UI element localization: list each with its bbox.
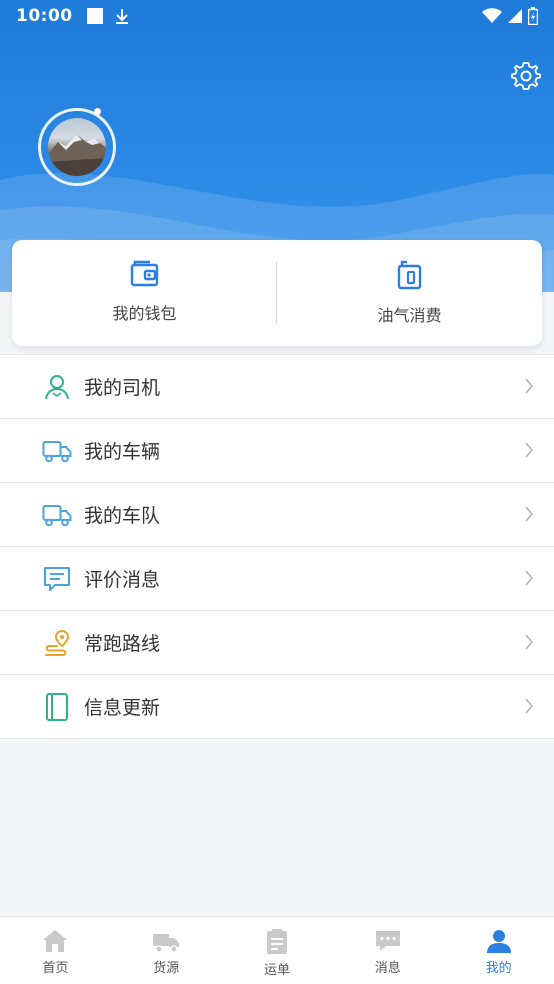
avatar-ring[interactable] <box>38 108 116 186</box>
truck-icon <box>42 440 72 462</box>
quick-actions-divider <box>276 262 277 324</box>
menu-item-my-drivers[interactable]: 我的司机 <box>0 355 554 419</box>
chevron-right-icon <box>525 570 534 586</box>
download-icon <box>115 9 128 24</box>
menu-label: 评价消息 <box>84 569 161 591</box>
menu-item-reviews[interactable]: 评价消息 <box>0 547 554 611</box>
driver-icon <box>45 374 69 399</box>
fuel-card-icon <box>397 260 421 290</box>
menu-item-my-fleet[interactable]: 我的车队 <box>0 483 554 547</box>
menu-item-frequent-routes[interactable]: 常跑路线 <box>0 611 554 675</box>
menu-item-my-vehicles[interactable]: 我的车辆 <box>0 419 554 483</box>
wallet-icon <box>130 260 158 287</box>
chevron-right-icon <box>525 442 534 458</box>
wifi-icon <box>482 8 502 23</box>
tab-label: 首页 <box>42 961 69 976</box>
tab-label: 运单 <box>263 963 290 978</box>
avatar[interactable] <box>48 118 106 176</box>
tab-waybill[interactable]: 运单 <box>222 917 333 984</box>
cargo-truck-icon <box>153 934 180 953</box>
chevron-right-icon <box>525 698 534 714</box>
menu-label: 常跑路线 <box>84 633 161 655</box>
gear-icon[interactable] <box>510 60 542 92</box>
battery-icon <box>528 7 538 25</box>
waybill-icon <box>266 929 287 954</box>
user-icon <box>486 930 511 953</box>
chevron-right-icon <box>525 506 534 522</box>
route-icon <box>45 629 70 656</box>
info-update-icon <box>46 692 68 721</box>
chevron-right-icon <box>525 634 534 650</box>
tab-messages[interactable]: 消息 <box>332 917 443 984</box>
fuel-label: 油气消费 <box>377 306 442 325</box>
wallet-label: 我的钱包 <box>112 304 177 323</box>
signal-icon <box>508 9 522 23</box>
profile-menu: 我的司机 我的车辆 我的车队 评价消息 常跑路线 信息更新 <box>0 354 554 739</box>
status-bar: 10:00 <box>0 0 554 32</box>
menu-label: 我的车队 <box>84 505 161 527</box>
tab-home[interactable]: 首页 <box>0 917 111 984</box>
comment-icon <box>44 566 70 591</box>
message-icon <box>375 931 400 951</box>
tab-mine[interactable]: 我的 <box>443 917 554 984</box>
home-icon <box>43 930 68 952</box>
tab-label: 消息 <box>374 961 401 976</box>
chevron-right-icon <box>525 378 534 394</box>
menu-label: 我的司机 <box>84 377 161 399</box>
tab-label: 货源 <box>153 961 180 976</box>
notification-square-icon <box>86 8 103 24</box>
menu-label: 信息更新 <box>84 697 161 719</box>
wallet-button[interactable]: 我的钱包 <box>12 240 277 346</box>
fleet-icon <box>42 504 72 526</box>
bottom-tab-bar: 首页 货源 运单 消息 我的 <box>0 916 554 984</box>
menu-item-info-update[interactable]: 信息更新 <box>0 675 554 739</box>
mountain-photo <box>48 134 106 176</box>
menu-label: 我的车辆 <box>84 441 161 463</box>
status-time: 10:00 <box>16 6 73 26</box>
quick-actions-card: 我的钱包 油气消费 <box>12 240 542 346</box>
tab-label: 我的 <box>485 961 512 976</box>
fuel-consumption-button[interactable]: 油气消费 <box>277 240 542 346</box>
tab-cargo[interactable]: 货源 <box>111 917 222 984</box>
